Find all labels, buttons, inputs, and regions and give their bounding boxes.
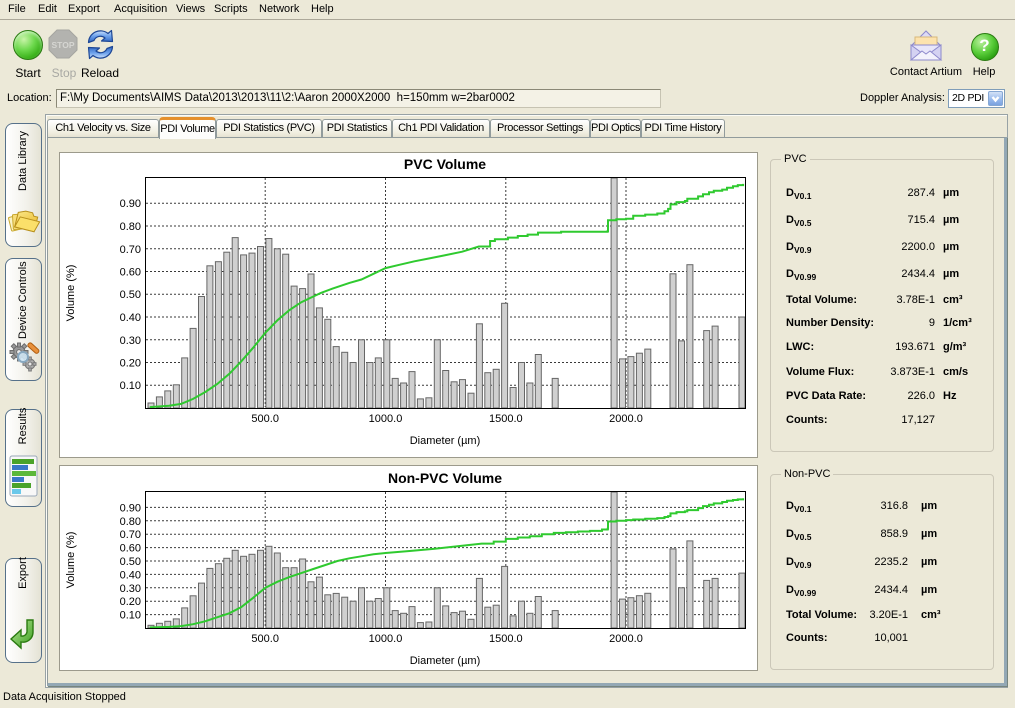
svg-text:STOP: STOP bbox=[52, 40, 75, 50]
svg-text:0.30: 0.30 bbox=[120, 583, 141, 595]
svg-text:0.70: 0.70 bbox=[120, 529, 141, 541]
svg-text:0.50: 0.50 bbox=[120, 556, 141, 568]
svg-text:0.70: 0.70 bbox=[120, 244, 141, 256]
svg-text:1000.0: 1000.0 bbox=[369, 633, 403, 645]
svg-text:0.60: 0.60 bbox=[120, 267, 141, 279]
svg-text:Diameter (µm): Diameter (µm) bbox=[410, 655, 481, 667]
svg-text:Non-PVC Volume: Non-PVC Volume bbox=[388, 470, 502, 486]
svg-text:0.90: 0.90 bbox=[120, 198, 141, 210]
svg-text:Volume (%): Volume (%) bbox=[65, 265, 77, 322]
svg-text:0.60: 0.60 bbox=[120, 543, 141, 555]
svg-text:Diameter (µm): Diameter (µm) bbox=[410, 435, 481, 447]
svg-text:2000.0: 2000.0 bbox=[609, 633, 643, 645]
svg-text:1500.0: 1500.0 bbox=[489, 633, 523, 645]
svg-text:500.0: 500.0 bbox=[251, 413, 279, 425]
svg-text:0.30: 0.30 bbox=[120, 335, 141, 347]
svg-text:0.10: 0.10 bbox=[120, 380, 141, 392]
svg-text:0.80: 0.80 bbox=[120, 516, 141, 528]
svg-text:0.90: 0.90 bbox=[120, 502, 141, 514]
svg-text:PVC Volume: PVC Volume bbox=[404, 156, 486, 172]
svg-text:0.50: 0.50 bbox=[120, 289, 141, 301]
svg-text:0.80: 0.80 bbox=[120, 221, 141, 233]
svg-text:2000.0: 2000.0 bbox=[609, 413, 643, 425]
svg-text:0.40: 0.40 bbox=[120, 312, 141, 324]
svg-text:500.0: 500.0 bbox=[251, 633, 279, 645]
svg-text:1500.0: 1500.0 bbox=[489, 413, 523, 425]
svg-text:0.40: 0.40 bbox=[120, 569, 141, 581]
svg-text:0.20: 0.20 bbox=[120, 358, 141, 370]
svg-text:Volume (%): Volume (%) bbox=[65, 532, 77, 589]
svg-text:0.10: 0.10 bbox=[120, 610, 141, 622]
svg-text:0.20: 0.20 bbox=[120, 596, 141, 608]
svg-text:1000.0: 1000.0 bbox=[369, 413, 403, 425]
